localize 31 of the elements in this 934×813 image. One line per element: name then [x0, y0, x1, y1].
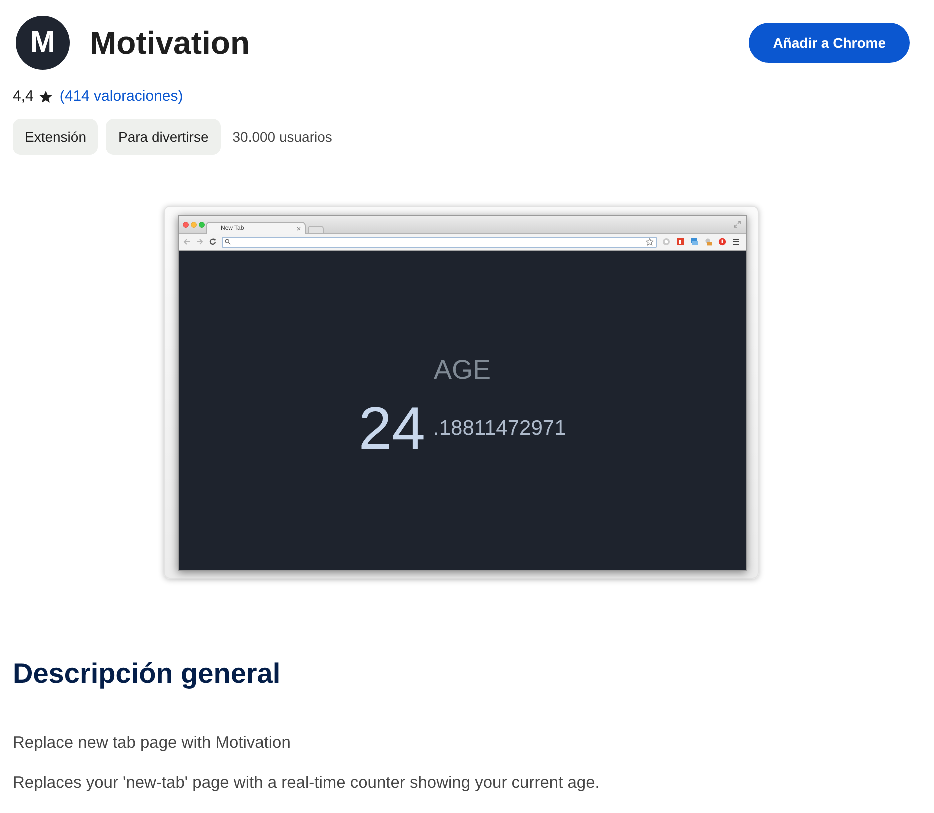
round-badge-icon — [662, 238, 671, 246]
back-arrow-icon — [183, 238, 191, 246]
add-to-chrome-button[interactable]: Añadir a Chrome — [749, 23, 910, 63]
reload-icon — [209, 238, 217, 246]
age-whole-number: 24 — [358, 399, 426, 459]
minimize-dot-icon — [191, 222, 197, 228]
menu-icon — [732, 238, 741, 246]
close-icon — [297, 226, 301, 230]
extension-title: Motivation — [90, 24, 250, 63]
close-dot-icon — [183, 222, 189, 228]
tile-icon — [676, 238, 685, 246]
search-icon — [225, 239, 231, 245]
rating-score: 4,4 — [13, 86, 34, 107]
description-paragraph: Replaces your 'new-tab' page with a real-time counter showing your current age. — [13, 773, 601, 794]
description-paragraph: Replace new tab page with Motivation — [13, 733, 292, 754]
expand-icon — [734, 221, 741, 228]
forward-arrow-icon — [196, 238, 204, 246]
reviews-link[interactable]: (414 valoraciones) — [60, 86, 184, 108]
category-chip[interactable]: Extensión — [13, 119, 98, 155]
logo-badge: M — [16, 16, 70, 70]
star-outline-icon — [646, 238, 654, 246]
section-heading: Descripción general — [13, 657, 282, 691]
stop-icon — [718, 238, 727, 246]
age-fraction: .18811472971 — [434, 417, 566, 441]
age-label: AGE — [434, 355, 492, 385]
package-icon — [704, 238, 713, 246]
screens-icon — [690, 238, 699, 246]
category-chip[interactable]: Para divertirse — [106, 119, 221, 155]
user-count: 30.000 usuarios — [232, 128, 332, 146]
star-icon — [38, 90, 53, 104]
zoom-dot-icon — [199, 222, 205, 228]
